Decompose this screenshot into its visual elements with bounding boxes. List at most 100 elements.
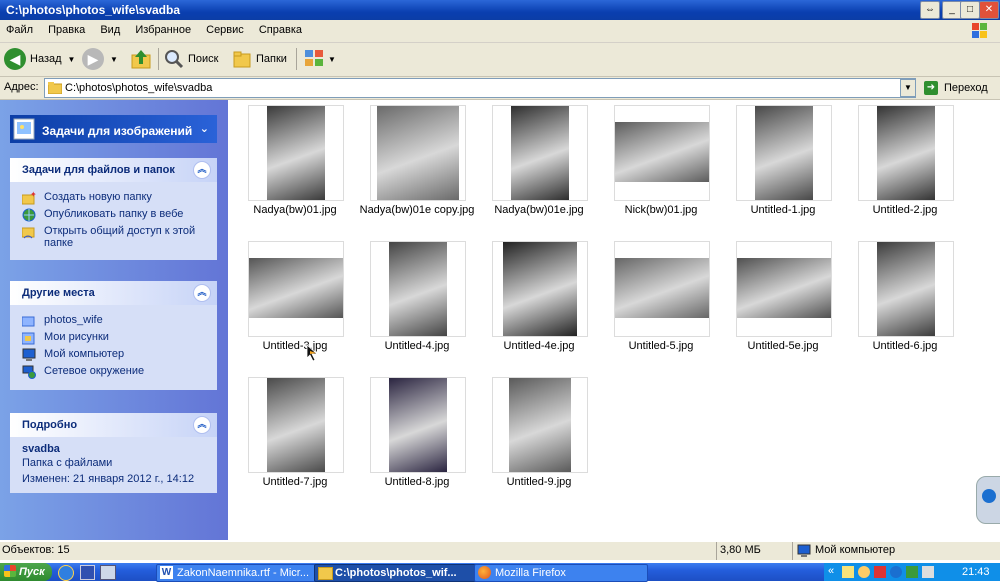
photo-preview: [267, 106, 325, 200]
file-name-label[interactable]: Untitled-9.jpg: [479, 476, 599, 488]
file-name-label[interactable]: Untitled-8.jpg: [357, 476, 477, 488]
show-desktop-icon[interactable]: [100, 565, 116, 580]
computer-icon: [22, 348, 36, 361]
file-thumbnail[interactable]: [492, 377, 588, 473]
views-button[interactable]: ▼: [304, 47, 336, 71]
file-name-label[interactable]: Untitled-4e.jpg: [479, 340, 599, 352]
details-name: svadba: [22, 443, 60, 455]
ie-icon[interactable]: [58, 565, 74, 581]
forward-button[interactable]: ▶ ▼: [82, 47, 118, 71]
file-tasks-title: Задачи для файлов и папок: [22, 164, 175, 176]
collapse-chevron-icon[interactable]: ⌄: [200, 122, 209, 135]
go-button[interactable]: ➜ Переход: [924, 79, 988, 97]
smiley-icon[interactable]: [858, 566, 870, 578]
antivirus-icon[interactable]: [874, 566, 886, 578]
teamviewer-tab[interactable]: [976, 476, 1000, 524]
file-tasks-header[interactable]: Задачи для файлов и папок ︽: [10, 158, 217, 182]
tray-app-icon[interactable]: [842, 566, 854, 578]
network-icon: [22, 365, 36, 379]
address-dropdown-button[interactable]: ▼: [900, 79, 916, 97]
file-thumbnail[interactable]: [614, 241, 710, 337]
computer-icon: [797, 544, 811, 557]
file-name-label[interactable]: Untitled-1.jpg: [723, 204, 843, 216]
file-thumbnail[interactable]: [248, 377, 344, 473]
file-name-label[interactable]: Untitled-2.jpg: [845, 204, 965, 216]
file-thumbnail[interactable]: [370, 105, 466, 201]
folders-icon: [233, 51, 251, 68]
task-explorer-window[interactable]: C:\photos\photos_wif...: [314, 564, 490, 582]
address-input[interactable]: C:\photos\photos_wife\svadba: [44, 78, 916, 98]
status-size: 3,80 МБ: [720, 544, 761, 556]
file-thumbnail[interactable]: [492, 241, 588, 337]
file-thumbnail[interactable]: [736, 241, 832, 337]
photo-preview: [755, 106, 813, 200]
minimize-button[interactable]: _: [942, 1, 962, 19]
place-my-computer[interactable]: Мой компьютер: [22, 348, 207, 362]
menu-help[interactable]: Справка: [253, 20, 308, 36]
image-tasks-header[interactable]: Задачи для изображений ⌄: [10, 115, 217, 143]
restore-icon[interactable]: ⇔: [920, 1, 940, 19]
address-label: Адрес:: [4, 81, 39, 93]
folder-icon: [318, 567, 333, 580]
task-word-document[interactable]: W ZakonNaemnika.rtf - Micr...: [156, 564, 330, 582]
back-label: Назад: [30, 53, 62, 65]
folders-button[interactable]: Папки: [232, 47, 287, 71]
file-name-label[interactable]: Untitled-5e.jpg: [723, 340, 843, 352]
teamviewer-tray-icon[interactable]: [890, 566, 902, 578]
expand-tray-icon[interactable]: «: [828, 565, 834, 577]
speaker-icon[interactable]: [922, 566, 934, 578]
menu-edit[interactable]: Правка: [42, 20, 91, 36]
place-network[interactable]: Сетевое окружение: [22, 365, 207, 379]
photo-preview: [615, 258, 709, 318]
file-thumbnail[interactable]: [858, 241, 954, 337]
firefox-icon: [478, 566, 491, 579]
collapse-chevron-icon[interactable]: ︽: [193, 416, 211, 434]
close-button[interactable]: ✕: [979, 1, 999, 19]
file-thumbnail[interactable]: [614, 105, 710, 201]
file-name-label[interactable]: Untitled-6.jpg: [845, 340, 965, 352]
menu-tools[interactable]: Сервис: [200, 20, 250, 36]
file-thumbnail[interactable]: [248, 105, 344, 201]
file-name-label[interactable]: Nadya(bw)01e.jpg: [479, 204, 599, 216]
file-name-label[interactable]: Untitled-4.jpg: [357, 340, 477, 352]
file-thumbnail[interactable]: [492, 105, 588, 201]
menu-file[interactable]: Файл: [0, 20, 39, 36]
file-thumbnail[interactable]: [858, 105, 954, 201]
image-tasks-title: Задачи для изображений: [42, 124, 193, 138]
task-share-folder[interactable]: Открыть общий доступ к этой папке: [22, 225, 207, 249]
clock[interactable]: 21:43: [962, 566, 990, 578]
details-header[interactable]: Подробно ︽: [10, 413, 217, 437]
status-bar: Объектов: 15 3,80 МБ Мой компьютер: [0, 541, 1000, 560]
file-thumbnail[interactable]: [736, 105, 832, 201]
details-title: Подробно: [22, 419, 78, 431]
maximize-button[interactable]: □: [960, 1, 980, 19]
collapse-chevron-icon[interactable]: ︽: [193, 161, 211, 179]
photo-preview: [267, 378, 325, 472]
file-name-label[interactable]: Nick(bw)01.jpg: [601, 204, 721, 216]
file-name-label[interactable]: Nadya(bw)01.jpg: [235, 204, 355, 216]
search-button[interactable]: Поиск: [164, 47, 218, 71]
file-thumbnail[interactable]: [370, 377, 466, 473]
collapse-chevron-icon[interactable]: ︽: [193, 284, 211, 302]
back-button[interactable]: ◀ Назад ▼: [4, 47, 75, 71]
other-places-header[interactable]: Другие места ︽: [10, 281, 217, 305]
forward-arrow-icon: ▶: [82, 48, 104, 70]
network-tray-icon[interactable]: [906, 566, 918, 578]
place-my-pictures[interactable]: Мои рисунки: [22, 331, 207, 345]
menu-view[interactable]: Вид: [94, 20, 126, 36]
file-thumbnail[interactable]: [248, 241, 344, 337]
task-publish-web[interactable]: Опубликовать папку в вебе: [22, 208, 207, 222]
file-name-label[interactable]: Untitled-5.jpg: [601, 340, 721, 352]
file-name-label[interactable]: Untitled-7.jpg: [235, 476, 355, 488]
file-name-label[interactable]: Untitled-3.jpg: [235, 340, 355, 352]
file-name-label[interactable]: Nadya(bw)01e copy.jpg: [357, 204, 477, 216]
task-firefox[interactable]: Mozilla Firefox: [474, 564, 648, 582]
task-new-folder[interactable]: ✦ Создать новую папку: [22, 191, 207, 205]
up-folder-button[interactable]: [130, 47, 152, 71]
menu-favorites[interactable]: Избранное: [129, 20, 197, 36]
start-button[interactable]: Пуск: [0, 563, 52, 581]
file-thumbnail[interactable]: [370, 241, 466, 337]
save-disk-icon[interactable]: [80, 565, 95, 580]
place-photos-wife[interactable]: photos_wife: [22, 314, 207, 328]
back-arrow-icon: ◀: [4, 48, 26, 70]
